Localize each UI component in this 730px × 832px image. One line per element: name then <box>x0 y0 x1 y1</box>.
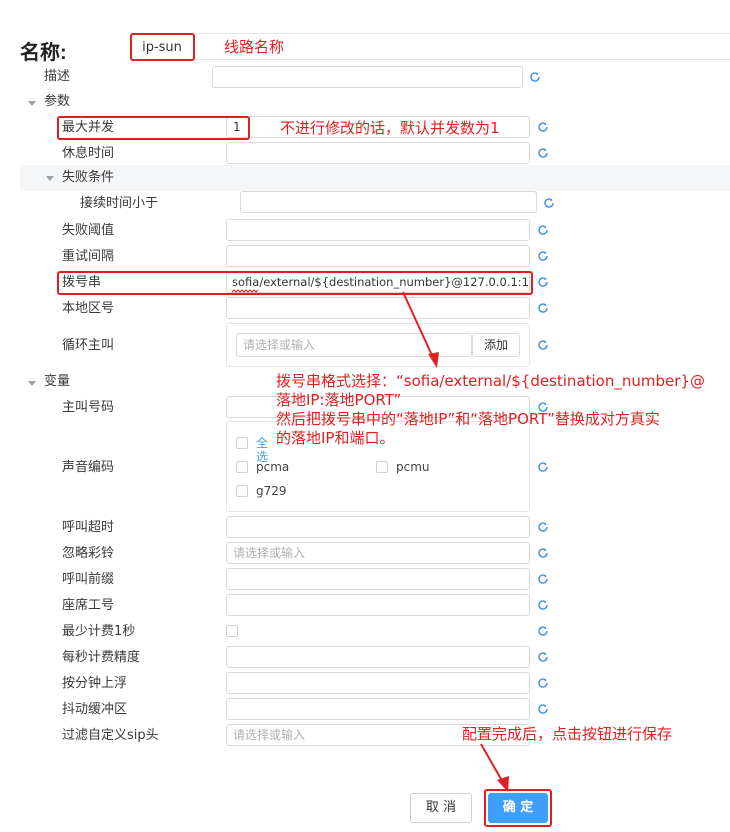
loop-caller-add-button[interactable]: 添加 <box>472 333 520 357</box>
refresh-icon[interactable] <box>529 71 541 83</box>
min-billing-checkbox[interactable] <box>226 625 238 637</box>
refresh-icon[interactable] <box>537 521 549 533</box>
name-top-border <box>195 33 730 34</box>
ignore-ringback-label: 忽略彩铃 <box>62 546 115 561</box>
variables-group-label: 变量 <box>44 374 71 389</box>
refresh-icon[interactable] <box>537 573 549 585</box>
params-collapse-icon[interactable] <box>28 101 36 106</box>
cancel-button[interactable]: 取 消 <box>410 793 472 823</box>
refresh-icon[interactable] <box>537 276 549 288</box>
local-area-code-label: 本地区号 <box>62 301 115 316</box>
codec-g729-label[interactable]: g729 <box>256 484 287 498</box>
max-concurrency-note: 不进行修改的话，默认并发数为1 <box>280 119 500 137</box>
fail-threshold-input[interactable] <box>226 219 530 241</box>
jitter-buffer-input[interactable] <box>226 698 530 720</box>
retry-interval-input[interactable] <box>226 245 530 267</box>
save-hint-arrow <box>480 743 509 792</box>
caller-number-label: 主叫号码 <box>62 400 115 415</box>
local-area-code-input[interactable] <box>226 297 530 319</box>
refresh-icon[interactable] <box>537 625 549 637</box>
dial-annotation-arrow <box>402 291 439 368</box>
refresh-icon[interactable] <box>537 147 549 159</box>
call-timeout-input[interactable] <box>226 516 530 538</box>
refresh-icon[interactable] <box>537 599 549 611</box>
refresh-icon[interactable] <box>543 197 555 209</box>
refresh-icon[interactable] <box>537 224 549 236</box>
fail-condition-collapse-icon[interactable] <box>46 176 54 181</box>
dial-string-highlight-box <box>57 271 533 295</box>
round-up-minute-input[interactable] <box>226 672 530 694</box>
refresh-icon[interactable] <box>537 121 549 133</box>
billing-precision-input[interactable] <box>226 646 530 668</box>
retry-interval-label: 重试间隔 <box>62 249 115 264</box>
codec-select-all-checkbox[interactable] <box>236 437 248 449</box>
name-note: 线路名称 <box>224 38 285 56</box>
call-prefix-label: 呼叫前缀 <box>62 572 115 587</box>
fail-condition-group-label: 失败条件 <box>62 170 115 185</box>
rest-time-label: 休息时间 <box>62 146 115 161</box>
codec-pcma-checkbox[interactable] <box>236 461 248 473</box>
confirm-button[interactable]: 确 定 <box>488 793 548 823</box>
round-up-minute-label: 按分钟上浮 <box>62 676 128 691</box>
filter-sip-headers-label: 过滤自定义sip头 <box>62 728 159 743</box>
description-label: 描述 <box>44 69 71 84</box>
refresh-icon[interactable] <box>537 339 549 351</box>
max-concurrency-highlight-box <box>57 116 250 140</box>
codec-pcmu-label[interactable]: pcmu <box>396 460 430 474</box>
description-input[interactable] <box>212 66 523 88</box>
name-highlight-box <box>130 33 195 61</box>
name-bottom-border <box>195 59 730 60</box>
refresh-icon[interactable] <box>537 461 549 473</box>
agent-id-label: 座席工号 <box>62 598 115 613</box>
consecutive-time-input[interactable] <box>240 191 537 213</box>
refresh-icon[interactable] <box>537 677 549 689</box>
call-prefix-input[interactable] <box>226 568 530 590</box>
rest-time-input[interactable] <box>226 142 530 164</box>
params-group-label: 参数 <box>44 94 71 109</box>
consecutive-time-label: 接续时间小于 <box>80 196 159 211</box>
min-billing-label: 最少计费1秒 <box>62 624 136 639</box>
jitter-buffer-label: 抖动缓冲区 <box>62 702 128 717</box>
refresh-icon[interactable] <box>537 547 549 559</box>
refresh-icon[interactable] <box>537 250 549 262</box>
codec-g729-checkbox[interactable] <box>236 485 248 497</box>
refresh-icon[interactable] <box>537 651 549 663</box>
loop-caller-label: 循环主叫 <box>62 338 115 353</box>
codec-pcmu-checkbox[interactable] <box>376 461 388 473</box>
ignore-ringback-select[interactable]: 请选择或输入 <box>226 542 530 564</box>
codec-pcma-label[interactable]: pcma <box>256 460 289 474</box>
fail-condition-group-bg <box>20 165 730 191</box>
billing-precision-label: 每秒计费精度 <box>62 650 141 665</box>
refresh-icon[interactable] <box>537 302 549 314</box>
call-timeout-label: 呼叫超时 <box>62 520 115 535</box>
variables-collapse-icon[interactable] <box>28 381 36 386</box>
agent-id-input[interactable] <box>226 594 530 616</box>
dial-format-annotation: 拨号串格式选择：“sofia/external/${destination_nu… <box>276 372 705 447</box>
refresh-icon[interactable] <box>537 703 549 715</box>
fail-threshold-label: 失败阈值 <box>62 223 115 238</box>
codec-label: 声音编码 <box>62 460 115 475</box>
page-title: 名称: <box>20 42 67 64</box>
